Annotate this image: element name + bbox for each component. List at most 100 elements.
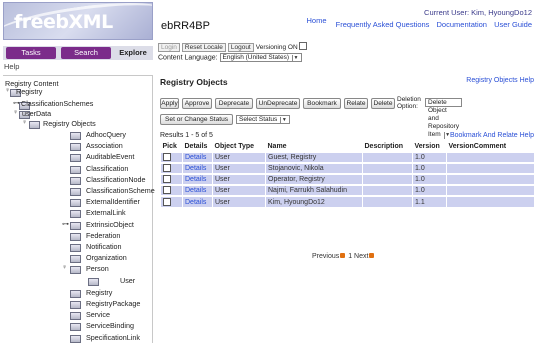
tree-item[interactable]: SpecificationLink (86, 333, 140, 342)
deletion-option-select[interactable]: Delete Object and Repository Item ▼ (425, 98, 463, 139)
tab-tasks[interactable]: Tasks (6, 47, 56, 59)
previous-link[interactable]: Previous (312, 253, 339, 260)
version-comment-cell (446, 195, 534, 207)
expand-pin-icon[interactable]: ♀ (62, 264, 67, 271)
next-link[interactable]: Next (354, 253, 368, 260)
folder-icon (70, 334, 81, 343)
table-row: Details User Stojanovic, Nikola 1.0 (160, 162, 534, 174)
content-language-select[interactable]: English (United States) ▼ (219, 53, 302, 62)
logout-button[interactable]: Logout (227, 43, 254, 52)
col-header-object-type: Object Type (212, 142, 266, 152)
version-comment-cell (446, 151, 534, 163)
help-link-left[interactable]: Help (3, 62, 153, 73)
tree-item[interactable]: ExtrinsicObject (86, 220, 134, 229)
tree-item-registry[interactable]: Registry (16, 87, 42, 96)
pick-checkbox[interactable] (163, 153, 171, 161)
approve-button[interactable]: Approve (182, 98, 212, 109)
version-cell: 1.1 (412, 195, 447, 207)
name-cell: Najmi, Farrukh Salahudin (265, 184, 363, 196)
folder-icon (70, 255, 81, 264)
folder-icon (70, 232, 81, 241)
tab-search[interactable]: Search (61, 47, 111, 59)
relate-button[interactable]: Relate (344, 98, 368, 109)
page-number[interactable]: 1 (348, 253, 352, 260)
reset-locale-button[interactable]: Reset Locale (181, 43, 226, 52)
details-link[interactable]: Details (182, 173, 213, 185)
versioning-checkbox[interactable] (299, 42, 308, 50)
name-cell: Guest, Registry (265, 151, 363, 163)
folder-icon (70, 221, 81, 230)
tree-item[interactable]: AuditableEvent (86, 152, 134, 161)
delete-button[interactable]: Delete (371, 98, 395, 109)
col-header-name: Name (265, 142, 363, 152)
undeprecate-button[interactable]: UnDeprecate (256, 98, 300, 109)
folder-icon (70, 176, 81, 185)
home-link[interactable]: Home (307, 16, 327, 25)
pick-checkbox[interactable] (163, 186, 171, 194)
pick-cell (160, 151, 183, 163)
col-header-description: Description (362, 142, 413, 152)
tree-item[interactable]: Classification (86, 164, 128, 173)
description-cell (362, 195, 413, 207)
tree-item[interactable]: User (120, 276, 135, 285)
name-cell: Operator, Registry (265, 173, 363, 185)
tree-item[interactable]: AdhocQuery (86, 130, 126, 139)
pick-checkbox[interactable] (163, 175, 171, 183)
object-type-cell: User (212, 195, 266, 207)
documentation-link[interactable]: Documentation (437, 20, 487, 29)
tree-item[interactable]: ClassificationNode (86, 175, 146, 184)
user-guide-link[interactable]: User Guide (494, 20, 532, 29)
pick-cell (160, 184, 183, 196)
tree-item[interactable]: Notification (86, 242, 122, 251)
pick-cell (160, 173, 183, 185)
main-panel: Login Reset Locale Logout Versioning ON Con… (157, 41, 537, 343)
version-cell: 1.0 (412, 173, 447, 185)
folder-icon (70, 143, 81, 152)
select-status-select[interactable]: Select Status ▼ (236, 114, 291, 124)
expand-pin-icon[interactable]: ⊶ (62, 220, 69, 228)
folder-icon (70, 210, 81, 219)
pick-checkbox[interactable] (163, 164, 171, 172)
bookmark-button[interactable]: Bookmark (303, 98, 341, 109)
details-link[interactable]: Details (182, 151, 213, 163)
table-row: Details User Operator, Registry 1.0 (160, 173, 534, 185)
chevron-down-icon: ▼ (292, 55, 299, 62)
details-link[interactable]: Details (182, 184, 213, 196)
registry-tree: Registry Content ♀ Registry ⊶ Classifica… (3, 75, 155, 343)
tree-item[interactable]: Federation (86, 231, 120, 240)
tree-item[interactable]: ServiceBinding (86, 321, 134, 330)
object-type-cell: User (212, 173, 266, 185)
tree-item[interactable]: RegistryPackage (86, 299, 140, 308)
folder-icon (88, 277, 99, 286)
tree-item[interactable]: Organization (86, 253, 127, 262)
logo: freebXML (3, 2, 153, 40)
tree-item[interactable]: ExternalLink (86, 208, 126, 217)
table-row: Details User Kim, HyoungDo12 1.1 (160, 195, 534, 207)
folder-icon (70, 154, 81, 163)
bookmark-relate-help-link[interactable]: Bookmark And Relate Help (450, 132, 534, 139)
tree-item-registry-objects[interactable]: Registry Objects (43, 119, 96, 128)
tree-item[interactable]: Association (86, 141, 123, 150)
tree-item[interactable]: ExternalIdentifier (86, 197, 140, 206)
expand-pin-icon[interactable]: ♀ (13, 109, 18, 116)
tree-item[interactable]: Registry (86, 288, 112, 297)
folder-icon (70, 244, 81, 252)
tree-item[interactable]: ClassificationScheme (86, 186, 155, 195)
details-link[interactable]: Details (182, 195, 213, 207)
pick-checkbox[interactable] (163, 197, 171, 206)
tab-explore[interactable]: Explore (114, 47, 152, 59)
tree-item-user-data[interactable]: userData (22, 109, 51, 118)
tree-item[interactable]: Service (86, 310, 110, 319)
registry-objects-help-link[interactable]: Registry Objects Help (466, 77, 534, 84)
expand-pin-icon[interactable]: ♀ (22, 119, 27, 126)
table-header-row: Pick Details Object Type Name Descriptio… (160, 142, 534, 152)
set-status-button[interactable]: Set or Change Status (160, 114, 234, 125)
tree-item-classification-schemes[interactable]: ClassificationSchemes (21, 99, 93, 108)
faq-link[interactable]: Frequently Asked Questions (336, 20, 430, 29)
deprecate-button[interactable]: Deprecate (215, 98, 253, 109)
login-button[interactable]: Login (158, 43, 180, 52)
details-link[interactable]: Details (182, 162, 213, 174)
tree-item[interactable]: Person (86, 264, 109, 273)
apply-button[interactable]: Apply (160, 98, 179, 109)
login-bar: Login Reset Locale Logout Versioning ON (158, 42, 308, 52)
